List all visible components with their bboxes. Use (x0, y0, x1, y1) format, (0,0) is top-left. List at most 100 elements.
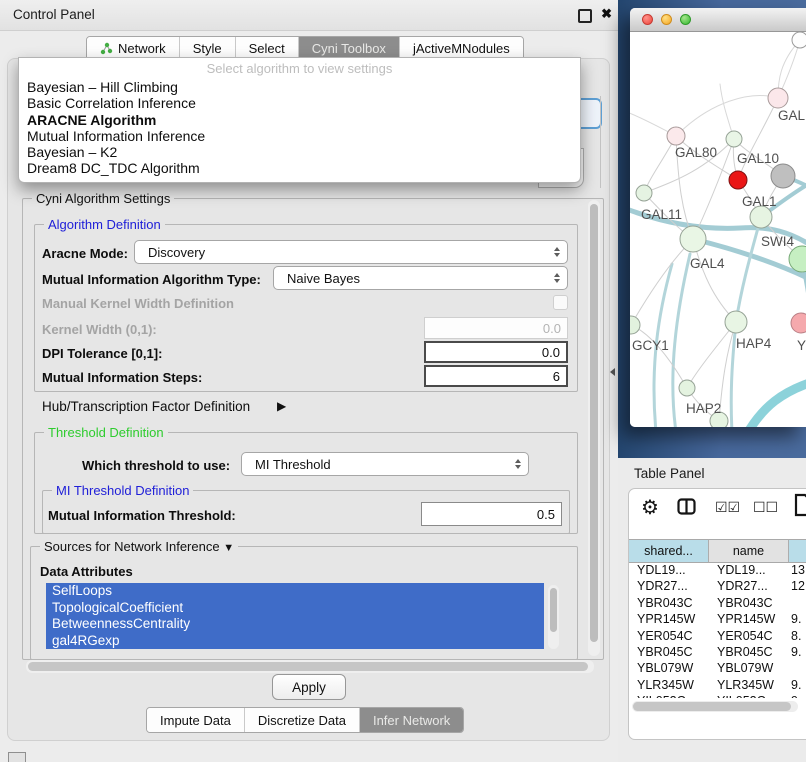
unchecked-columns-icon[interactable]: ☐☐ (753, 499, 778, 516)
network-node[interactable] (750, 206, 772, 228)
data-attribute-item[interactable]: gal4RGexp (46, 633, 544, 650)
table-cell: 9. (789, 644, 806, 660)
scrollbar-thumb[interactable] (633, 702, 791, 711)
table-cell: YBR043C (629, 595, 709, 611)
column-header[interactable]: name (709, 539, 789, 563)
network-node[interactable] (729, 171, 747, 189)
table-row[interactable]: YIL052CYIL052C9 (629, 693, 806, 698)
table-header-row: shared...name (629, 539, 806, 563)
network-node[interactable] (768, 88, 788, 108)
table-row[interactable]: YDR27...YDR27...12 (629, 578, 806, 594)
table-row[interactable]: YBR043CYBR043C (629, 595, 806, 611)
network-node[interactable] (680, 226, 706, 252)
data-attribute-item[interactable]: SelfLoops (46, 583, 544, 600)
network-graph: GALGAL80GAL10GAL11GAL1SWI4GAL4GCY1HAP4YH… (630, 32, 806, 427)
table-cell: YPR145W (629, 611, 709, 627)
table-row[interactable]: YER054CYER054C8. (629, 628, 806, 644)
bottom-tab-strip: Impute Data Discretize Data Infer Network (146, 707, 464, 733)
network-canvas[interactable]: GALGAL80GAL10GAL11GAL1SWI4GAL4GCY1HAP4YH… (630, 32, 806, 427)
algorithm-option[interactable]: ARACNE Algorithm (19, 112, 580, 128)
float-icon[interactable] (578, 9, 592, 23)
kernel-width-field[interactable]: 0.0 (424, 317, 568, 339)
collapsed-arrow-icon[interactable]: ▶ (277, 399, 286, 413)
close-traffic-light-icon[interactable] (642, 14, 653, 25)
network-node-label: SWI4 (761, 234, 794, 249)
algorithm-option[interactable]: Bayesian – K2 (19, 144, 580, 160)
gear-icon[interactable]: ⚙ (641, 495, 659, 520)
dpi-tolerance-label: DPI Tolerance [0,1]: (42, 346, 162, 361)
table-row[interactable]: YBL079WYBL079W (629, 660, 806, 676)
algorithm-option[interactable]: Mutual Information Inference (19, 128, 580, 144)
aracne-mode-select[interactable]: Discovery (134, 240, 568, 264)
which-threshold-label: Which threshold to use: (82, 458, 230, 473)
dpi-tolerance-field[interactable]: 0.0 (424, 341, 568, 363)
network-node-label: GCY1 (632, 338, 669, 353)
algorithm-option[interactable]: Dream8 DC_TDC Algorithm (19, 160, 580, 176)
close-icon[interactable]: ✖ (601, 6, 612, 22)
table-cell: YPR145W (709, 611, 789, 627)
scrollbar-thumb[interactable] (590, 204, 598, 642)
network-node[interactable] (630, 316, 640, 334)
checked-columns-icon[interactable]: ☑☑ (715, 499, 740, 516)
panel-collapse-arrow-icon[interactable] (610, 368, 615, 376)
zoom-traffic-light-icon[interactable] (680, 14, 691, 25)
tab-discretize-data[interactable]: Discretize Data (245, 708, 360, 732)
sources-title: Sources for Network Inference ▼ (40, 539, 238, 554)
network-node-label: GAL10 (737, 151, 779, 166)
table-cell: YBR043C (709, 595, 789, 611)
algorithm-option[interactable]: Basic Correlation Inference (19, 95, 580, 111)
table-panel-title: Table Panel (634, 466, 705, 481)
network-edge (631, 325, 687, 388)
attributes-scrollbar[interactable] (548, 585, 559, 649)
control-panel-title: Control Panel (13, 7, 95, 22)
tab-label: Select (249, 41, 285, 56)
algorithm-option[interactable]: Bayesian – Hill Climbing (19, 79, 580, 95)
which-threshold-select[interactable]: MI Threshold (241, 452, 529, 476)
data-attribute-item[interactable]: BetweennessCentrality (46, 616, 544, 633)
table-row[interactable]: YPR145WYPR145W9. (629, 611, 806, 627)
network-node[interactable] (726, 131, 742, 147)
table-row[interactable]: YLR345WYLR345W9. (629, 677, 806, 693)
tab-infer-network[interactable]: Infer Network (360, 708, 463, 732)
minimize-traffic-light-icon[interactable] (661, 14, 672, 25)
network-node[interactable] (636, 185, 652, 201)
network-node[interactable] (792, 32, 806, 48)
table-cell: 8. (789, 628, 806, 644)
mi-steps-label: Mutual Information Steps: (42, 370, 202, 385)
apply-button[interactable]: Apply (272, 674, 346, 700)
which-threshold-value: MI Threshold (255, 457, 331, 472)
split-columns-icon[interactable] (677, 498, 696, 520)
scrollbar-thumb[interactable] (550, 588, 557, 632)
table-body: YDL19...YDL19...13YDR27...YDR27...12YBR0… (629, 562, 806, 698)
data-attribute-item[interactable]: TopologicalCoefficient (46, 600, 544, 617)
network-node[interactable] (725, 311, 747, 333)
manual-kernel-checkbox[interactable] (553, 295, 568, 310)
table-row[interactable]: YDL19...YDL19...13 (629, 562, 806, 578)
table-cell: YDL19... (629, 562, 709, 578)
network-node[interactable] (791, 313, 806, 333)
column-header[interactable]: shared... (629, 539, 709, 563)
network-node[interactable] (771, 164, 795, 188)
expanded-arrow-icon[interactable]: ▼ (223, 542, 234, 554)
tab-impute-data[interactable]: Impute Data (147, 708, 245, 732)
tab-label: Discretize Data (258, 713, 346, 728)
table-horizontal-scrollbar[interactable] (632, 701, 798, 712)
scrollbar-thumb[interactable] (28, 662, 588, 671)
mi-type-select[interactable]: Naive Bayes (273, 266, 568, 290)
table-cell: YBR045C (629, 644, 709, 660)
network-node[interactable] (667, 127, 685, 145)
table-cell: YBL079W (709, 660, 789, 676)
mi-threshold-field[interactable]: 0.5 (421, 502, 562, 526)
apply-button-label: Apply (292, 680, 326, 695)
bottom-left-button[interactable] (8, 752, 26, 762)
column-header[interactable] (789, 539, 806, 563)
settings-horizontal-scrollbar[interactable] (26, 660, 594, 673)
export-table-icon[interactable] (794, 493, 806, 522)
hub-definition-label[interactable]: Hub/Transcription Factor Definition (42, 399, 250, 414)
settings-vertical-scrollbar[interactable] (588, 200, 600, 656)
table-row[interactable]: YBR045CYBR045C9. (629, 644, 806, 660)
stepper-icon (554, 273, 560, 283)
network-node-label: Y (797, 338, 806, 353)
mi-steps-field[interactable]: 6 (424, 365, 568, 387)
network-node[interactable] (679, 380, 695, 396)
